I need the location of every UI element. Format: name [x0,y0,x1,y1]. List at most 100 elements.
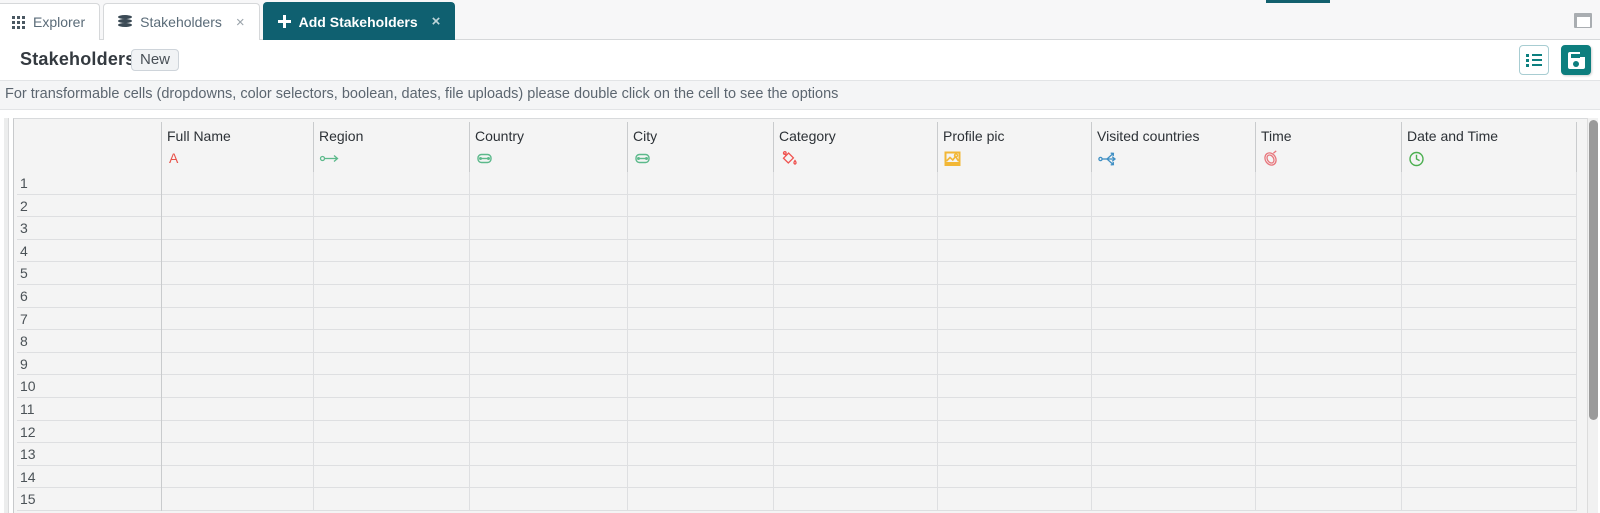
grid-cell[interactable] [938,465,1092,489]
tab-add-stakeholders[interactable]: Add Stakeholders × [262,2,456,40]
grid-cell[interactable] [628,194,774,218]
grid-cell[interactable] [1256,443,1402,466]
grid-cell[interactable] [314,217,470,240]
table-row[interactable]: 8 [17,330,1577,353]
table-row[interactable]: 4 [17,239,1577,263]
row-number[interactable]: 3 [17,217,162,240]
grid-body[interactable]: 1 2 3 4 5 6 7 8 9 10 11 12 13 14 15 [17,172,1577,511]
grid-cell[interactable] [938,397,1092,421]
column-header-region[interactable]: Region [314,122,470,172]
grid-cell[interactable] [1256,172,1402,195]
grid-cell[interactable] [162,375,314,398]
grid-cell[interactable] [628,239,774,263]
grid-cell[interactable] [1092,488,1256,511]
grid-cell[interactable] [774,443,938,466]
grid-cell[interactable] [628,443,774,466]
grid-cell[interactable] [1256,420,1402,444]
grid-cell[interactable] [314,420,470,444]
grid-cell[interactable] [938,420,1092,444]
grid-cell[interactable] [1092,172,1256,195]
grid-cell[interactable] [1092,397,1256,421]
grid-cell[interactable] [628,330,774,353]
grid-cell[interactable] [314,172,470,195]
grid-cell[interactable] [470,172,628,195]
grid-cell[interactable] [938,217,1092,240]
grid-cell[interactable] [1256,239,1402,263]
grid-cell[interactable] [162,352,314,376]
grid-cell[interactable] [774,217,938,240]
grid-cell[interactable] [314,239,470,263]
grid-cell[interactable] [1092,465,1256,489]
grid-cell[interactable] [774,307,938,331]
column-header-country[interactable]: Country [470,122,628,172]
row-number[interactable]: 5 [17,262,162,285]
grid-cell[interactable] [774,375,938,398]
row-number[interactable]: 2 [17,194,162,218]
grid-cell[interactable] [1402,172,1577,195]
link-nodes-icon[interactable] [476,150,494,167]
grid-cell[interactable] [314,262,470,285]
grid-cell[interactable] [470,194,628,218]
column-header-city[interactable]: City [628,122,774,172]
table-row[interactable]: 10 [17,375,1577,398]
grid-cell[interactable] [162,262,314,285]
grid-cell[interactable] [470,330,628,353]
grid-cell[interactable] [314,194,470,218]
column-header-category[interactable]: Category [774,122,938,172]
paint-bucket-icon[interactable] [780,150,798,167]
table-row[interactable]: 14 [17,465,1577,489]
grid-cell[interactable] [938,443,1092,466]
grid-cell[interactable] [1256,330,1402,353]
grid-cell[interactable] [1402,488,1577,511]
grid-cell[interactable] [1256,307,1402,331]
grid-cell[interactable] [1092,443,1256,466]
grid-cell[interactable] [162,443,314,466]
grid-cell[interactable] [938,488,1092,511]
grid-cell[interactable] [628,307,774,331]
grid-cell[interactable] [314,307,470,331]
grid-cell[interactable] [1092,284,1256,308]
grid-cell[interactable] [1092,307,1256,331]
column-header-full-name[interactable]: Full Name A [162,122,314,172]
grid-cell[interactable] [1092,194,1256,218]
clock-circle-icon[interactable] [1408,150,1426,167]
grid-cell[interactable] [470,375,628,398]
grid-corner-cell[interactable] [17,122,162,172]
grid-cell[interactable] [1402,465,1577,489]
grid-cell[interactable] [1402,239,1577,263]
grid-cell[interactable] [1402,375,1577,398]
grid-cell[interactable] [470,284,628,308]
grid-cell[interactable] [1092,352,1256,376]
grid-cell[interactable] [1402,420,1577,444]
grid-cell[interactable] [470,488,628,511]
table-row[interactable]: 15 [17,488,1577,511]
grid-cell[interactable] [938,262,1092,285]
grid-cell[interactable] [162,397,314,421]
grid-cell[interactable] [938,352,1092,376]
grid-cell[interactable] [1402,284,1577,308]
row-number[interactable]: 1 [17,172,162,195]
grid-cell[interactable] [938,375,1092,398]
grid-cell[interactable] [628,375,774,398]
time-oval-icon[interactable] [1262,150,1280,167]
grid-cell[interactable] [1092,262,1256,285]
table-row[interactable]: 1 [17,172,1577,195]
letter-a-icon[interactable]: A [168,150,186,167]
grid-cell[interactable] [1402,443,1577,466]
column-header-visited-countries[interactable]: Visited countries [1092,122,1256,172]
vertical-scrollbar-thumb[interactable] [1589,120,1598,420]
grid-cell[interactable] [1402,330,1577,353]
grid-cell[interactable] [162,420,314,444]
grid-cell[interactable] [162,217,314,240]
grid-cell[interactable] [470,307,628,331]
grid-cell[interactable] [1256,397,1402,421]
grid-cell[interactable] [938,307,1092,331]
grid-cell[interactable] [314,488,470,511]
window-maximize-icon[interactable] [1574,13,1594,29]
grid-cell[interactable] [774,194,938,218]
grid-cell[interactable] [162,284,314,308]
arrow-right-icon[interactable] [319,150,339,167]
grid-cell[interactable] [1092,330,1256,353]
tab-add-stakeholders-close-icon[interactable]: × [432,14,441,29]
grid-cell[interactable] [774,465,938,489]
